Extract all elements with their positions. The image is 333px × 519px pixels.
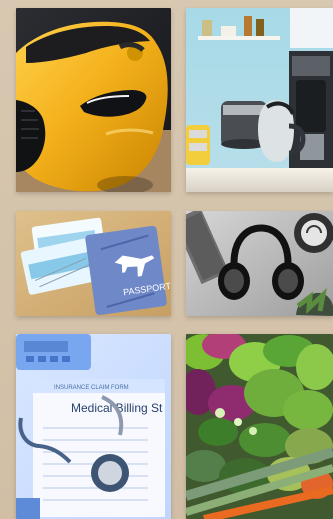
travel-passport-image-tile[interactable]: PASSPORT	[16, 211, 171, 316]
car-icon	[16, 8, 171, 192]
medical-billing-image-tile[interactable]: INSURANCE CLAIM FORM Medical Billing St	[16, 334, 171, 519]
kitchen-appliances-image-tile[interactable]	[186, 8, 333, 192]
image-grid: PASSPORT INSURANCE CLAIM FORM Medical Bi…	[0, 0, 333, 519]
vegetables-image-tile[interactable]	[186, 334, 333, 519]
doc-header: INSURANCE CLAIM FORM	[54, 385, 129, 391]
vegetables-icon	[186, 334, 333, 519]
headphones-icon	[186, 211, 333, 316]
headphones-image-tile[interactable]	[186, 211, 333, 316]
passport-icon: PASSPORT	[16, 211, 171, 316]
medical-document-icon: INSURANCE CLAIM FORM Medical Billing St	[16, 334, 171, 519]
kitchen-appliances-icon	[186, 8, 333, 192]
car-image-tile[interactable]	[16, 8, 171, 192]
